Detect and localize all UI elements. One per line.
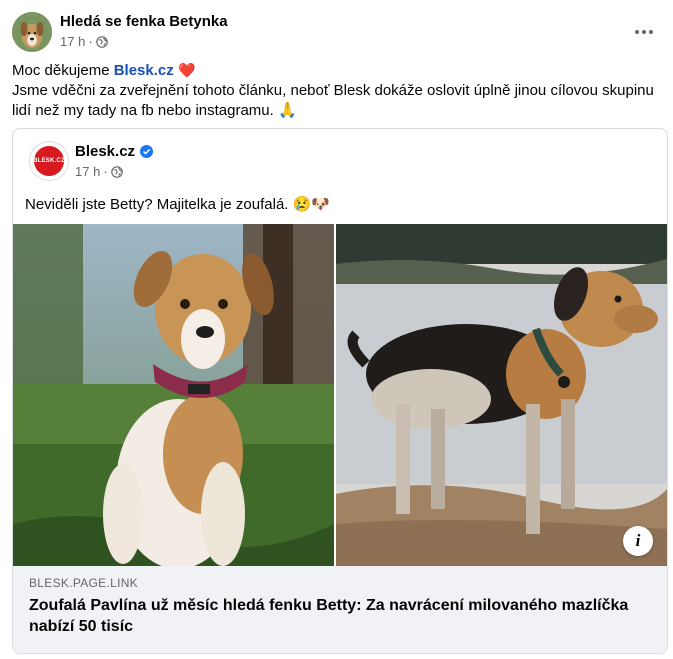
photo-dog-by-water[interactable] xyxy=(336,224,667,566)
blesk-avatar[interactable]: BLESK.CZ xyxy=(29,141,69,181)
verified-badge-icon xyxy=(140,145,154,158)
article-link-preview[interactable]: BLESK.PAGE.LINK Zoufalá Pavlína už měsíc… xyxy=(13,566,667,653)
post-meta: 17 h · xyxy=(60,34,108,49)
post-message-line1: Moc děkujeme Blesk.cz ❤️ xyxy=(12,60,662,81)
shared-text: Neviděli jste Betty? Majitelka je zoufal… xyxy=(25,196,289,213)
message-body-text: Jsme vděčni za zveřejnění tohoto článku,… xyxy=(12,82,654,119)
sad-dog-emojis: 😢🐶 xyxy=(292,196,330,213)
more-options-button[interactable] xyxy=(626,14,662,50)
article-photos[interactable]: i xyxy=(13,224,667,566)
shared-post-card: BLESK.CZ Blesk.cz 17 h · Neviděli jste B… xyxy=(12,128,668,654)
shared-meta: 17 h · xyxy=(75,164,123,179)
globe-icon[interactable] xyxy=(95,35,108,48)
shared-page-name[interactable]: Blesk.cz xyxy=(75,143,154,160)
more-options-icon xyxy=(635,30,639,34)
post-timestamp[interactable]: 17 h xyxy=(60,34,85,49)
info-icon[interactable]: i xyxy=(623,526,653,556)
shared-page-name-text: Blesk.cz xyxy=(75,143,136,160)
post-message: Moc děkujeme Blesk.cz ❤️ Jsme vděčni za … xyxy=(12,60,662,121)
thanks-text: Moc děkujeme xyxy=(12,62,110,79)
article-domain: BLESK.PAGE.LINK xyxy=(29,576,138,590)
post-header: Hledá se fenka Betynka 17 h · xyxy=(12,12,662,54)
meta-separator: · xyxy=(88,34,93,49)
heart-emoji: ❤️ xyxy=(177,62,196,78)
blesk-link[interactable]: Blesk.cz xyxy=(114,62,174,79)
blesk-logo: BLESK.CZ xyxy=(33,146,65,176)
shared-meta-separator: · xyxy=(103,164,108,179)
post-message-body: Jsme vděčni za zveřejnění tohoto článku,… xyxy=(12,81,662,121)
shared-timestamp[interactable]: 17 h xyxy=(75,164,100,179)
author-name[interactable]: Hledá se fenka Betynka xyxy=(60,13,228,30)
article-headline: Zoufalá Pavlína už měsíc hledá fenku Bet… xyxy=(29,597,629,635)
photo-dog-sitting[interactable] xyxy=(13,224,334,566)
author-avatar[interactable] xyxy=(12,12,52,52)
globe-icon[interactable] xyxy=(110,165,123,178)
praying-hands-emoji: 🙏 xyxy=(277,102,297,119)
shared-post-text: Neviděli jste Betty? Majitelka je zoufal… xyxy=(25,195,330,213)
